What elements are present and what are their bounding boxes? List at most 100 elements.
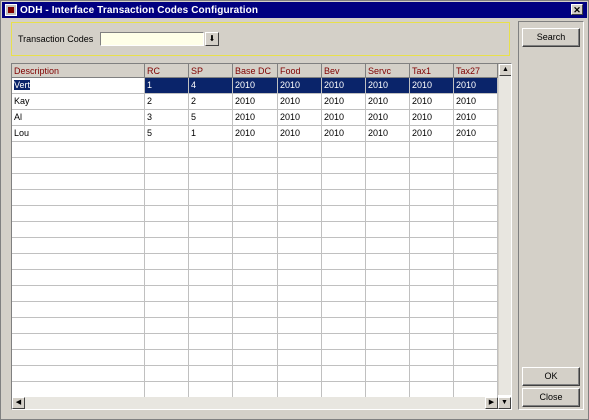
table-cell[interactable] — [233, 174, 278, 190]
table-cell[interactable] — [366, 222, 410, 238]
table-cell[interactable] — [189, 254, 233, 270]
empty-row[interactable] — [12, 206, 498, 222]
table-cell[interactable] — [454, 254, 498, 270]
table-cell[interactable]: 1 — [145, 78, 189, 94]
scroll-down-icon[interactable]: ▼ — [498, 397, 511, 409]
table-cell[interactable]: 2010 — [366, 78, 410, 94]
table-cell[interactable] — [278, 206, 322, 222]
table-cell[interactable] — [366, 350, 410, 366]
table-cell[interactable] — [410, 318, 454, 334]
table-cell[interactable]: Kay — [12, 94, 145, 110]
table-cell[interactable]: Vert — [12, 78, 145, 94]
table-cell[interactable]: 2010 — [322, 94, 366, 110]
table-cell[interactable] — [12, 318, 145, 334]
table-cell[interactable] — [233, 302, 278, 318]
table-cell[interactable] — [233, 382, 278, 398]
table-cell[interactable] — [278, 286, 322, 302]
table-cell[interactable] — [366, 318, 410, 334]
table-cell[interactable] — [12, 334, 145, 350]
transaction-codes-input[interactable] — [100, 32, 204, 46]
table-cell[interactable] — [145, 190, 189, 206]
table-cell[interactable] — [322, 286, 366, 302]
table-cell[interactable] — [12, 174, 145, 190]
empty-row[interactable] — [12, 318, 498, 334]
table-cell[interactable] — [12, 190, 145, 206]
table-cell[interactable] — [322, 222, 366, 238]
table-cell[interactable] — [233, 334, 278, 350]
column-header[interactable]: RC — [145, 64, 189, 78]
table-cell[interactable] — [454, 334, 498, 350]
table-cell[interactable]: 2010 — [454, 126, 498, 142]
empty-row[interactable] — [12, 270, 498, 286]
table-cell[interactable]: 2010 — [278, 94, 322, 110]
table-cell[interactable]: 2010 — [233, 110, 278, 126]
table-cell[interactable]: 2010 — [454, 110, 498, 126]
table-cell[interactable] — [145, 206, 189, 222]
table-row[interactable]: Kay 2 2 2010 2010 2010 2010 2010 2010 — [12, 94, 498, 110]
table-cell[interactable] — [278, 142, 322, 158]
table-cell[interactable] — [454, 158, 498, 174]
table-cell[interactable] — [12, 286, 145, 302]
table-cell[interactable] — [12, 270, 145, 286]
search-button[interactable]: Search — [522, 28, 580, 47]
table-cell[interactable] — [12, 222, 145, 238]
table-cell[interactable]: 2010 — [322, 110, 366, 126]
table-cell[interactable] — [410, 158, 454, 174]
table-cell[interactable] — [145, 318, 189, 334]
table-cell[interactable]: 2010 — [366, 94, 410, 110]
table-cell[interactable]: 2010 — [278, 126, 322, 142]
table-cell[interactable] — [366, 238, 410, 254]
column-header[interactable]: Description — [12, 64, 145, 78]
table-cell[interactable] — [189, 222, 233, 238]
table-cell[interactable] — [189, 142, 233, 158]
scroll-up-icon[interactable]: ▲ — [499, 64, 511, 76]
table-cell[interactable] — [278, 302, 322, 318]
table-cell[interactable] — [233, 222, 278, 238]
empty-row[interactable] — [12, 302, 498, 318]
table-cell[interactable]: Al — [12, 110, 145, 126]
table-cell[interactable] — [322, 206, 366, 222]
table-cell[interactable] — [410, 302, 454, 318]
table-cell[interactable] — [145, 350, 189, 366]
table-cell[interactable] — [366, 190, 410, 206]
table-cell[interactable] — [145, 382, 189, 398]
table-cell[interactable] — [366, 158, 410, 174]
table-cell[interactable] — [145, 302, 189, 318]
table-cell[interactable]: 2010 — [454, 78, 498, 94]
table-cell[interactable] — [366, 302, 410, 318]
table-cell[interactable] — [233, 158, 278, 174]
empty-row[interactable] — [12, 158, 498, 174]
table-cell[interactable] — [233, 238, 278, 254]
table-cell[interactable] — [12, 158, 145, 174]
title-bar[interactable]: ODH - Interface Transaction Codes Config… — [2, 2, 587, 18]
table-cell[interactable] — [233, 206, 278, 222]
table-cell[interactable] — [145, 158, 189, 174]
table-cell[interactable] — [233, 142, 278, 158]
table-cell[interactable] — [454, 222, 498, 238]
table-cell[interactable]: 2 — [189, 94, 233, 110]
table-cell[interactable] — [189, 350, 233, 366]
column-header[interactable]: Base DC — [233, 64, 278, 78]
table-cell[interactable] — [410, 206, 454, 222]
table-cell[interactable]: 2010 — [322, 78, 366, 94]
table-cell[interactable] — [366, 366, 410, 382]
table-row[interactable]: Vert 1 4 2010 2010 2010 2010 2010 2010 — [12, 78, 498, 94]
table-cell[interactable] — [410, 238, 454, 254]
empty-row[interactable] — [12, 334, 498, 350]
table-cell[interactable] — [454, 238, 498, 254]
table-cell[interactable]: 3 — [145, 110, 189, 126]
table-cell[interactable] — [233, 254, 278, 270]
table-cell[interactable]: 2010 — [322, 126, 366, 142]
column-header[interactable]: SP — [189, 64, 233, 78]
table-cell[interactable] — [233, 350, 278, 366]
empty-row[interactable] — [12, 286, 498, 302]
table-cell[interactable] — [410, 190, 454, 206]
table-cell[interactable]: Lou — [12, 126, 145, 142]
table-cell[interactable] — [410, 350, 454, 366]
table-cell[interactable] — [189, 318, 233, 334]
table-cell[interactable]: 2010 — [410, 126, 454, 142]
table-cell[interactable] — [189, 158, 233, 174]
empty-row[interactable] — [12, 382, 498, 398]
table-cell[interactable] — [454, 318, 498, 334]
table-cell[interactable]: 5 — [189, 110, 233, 126]
